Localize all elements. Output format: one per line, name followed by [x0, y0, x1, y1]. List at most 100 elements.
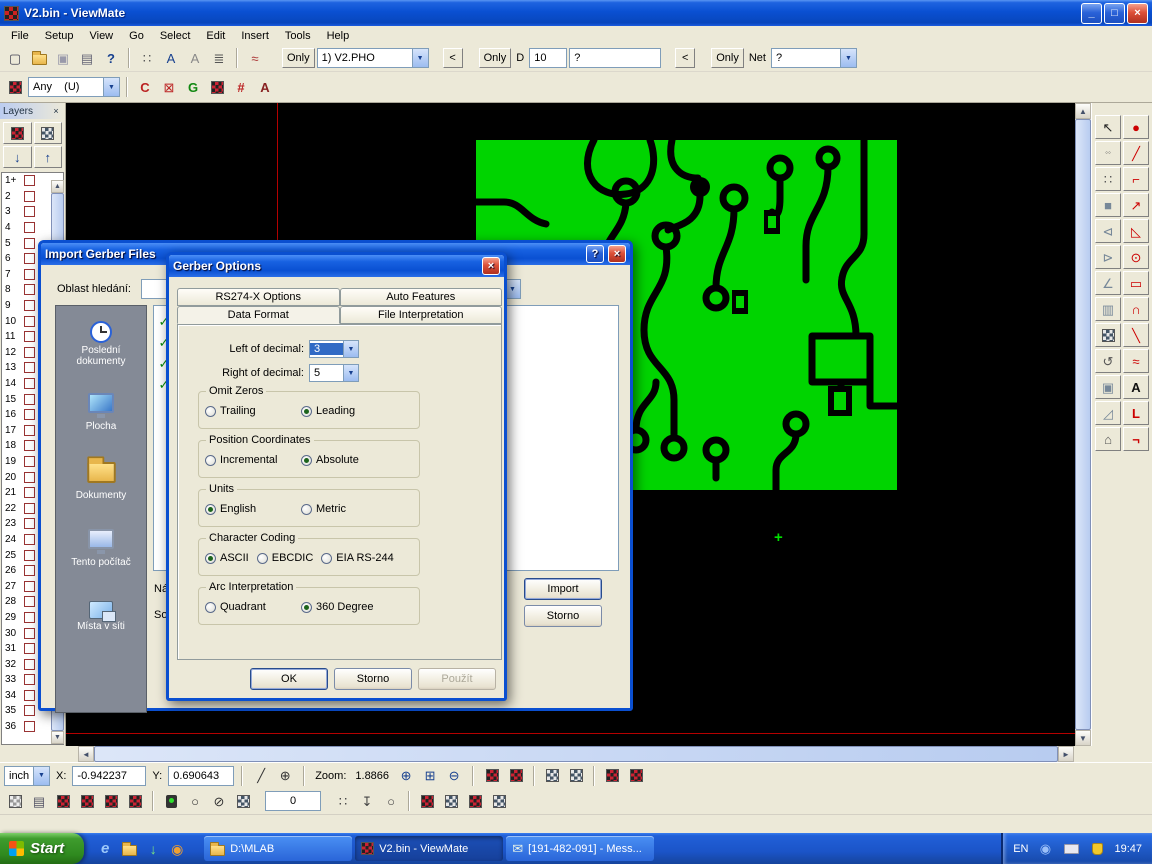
- combo-arrow-icon[interactable]: ▼: [103, 78, 119, 96]
- layer-up-button[interactable]: ↑: [34, 146, 63, 168]
- combo-arrow-icon[interactable]: ▼: [343, 365, 358, 381]
- layer-bars-button[interactable]: ≣: [208, 47, 230, 69]
- layer-combo[interactable]: 1) V2.PHO ▼: [317, 48, 429, 68]
- layer-swatch[interactable]: [24, 206, 35, 217]
- layer-swatch[interactable]: [24, 659, 35, 670]
- menu-setup[interactable]: Setup: [37, 28, 82, 44]
- grid-red5-button[interactable]: [52, 790, 74, 812]
- layer-back-button[interactable]: <: [443, 48, 463, 68]
- help-pointer-button[interactable]: ?: [100, 47, 122, 69]
- layer-swatch[interactable]: [24, 596, 35, 607]
- taskbar-window-3[interactable]: ✉[191-482-091] - Mess...: [506, 836, 654, 861]
- place-my-computer[interactable]: Tento počítač: [56, 514, 146, 582]
- taskbar-window-1[interactable]: D:\MLAB: [204, 836, 352, 861]
- scroll-left-icon[interactable]: ◄: [78, 746, 94, 762]
- grid-table-button[interactable]: [232, 790, 254, 812]
- fill-tool-button[interactable]: ▣: [1095, 375, 1121, 399]
- zoom-out-button[interactable]: ⊖: [443, 765, 465, 787]
- layer-swatch[interactable]: [24, 222, 35, 233]
- gerber-dialog-titlebar[interactable]: Gerber Options ×: [169, 255, 504, 277]
- zoom-window-button[interactable]: ⊞: [419, 765, 441, 787]
- radio-ebcdic[interactable]: EBCDIC: [257, 552, 314, 564]
- combo-arrow-icon[interactable]: ▼: [33, 767, 49, 785]
- place-network[interactable]: Místa v síti: [56, 582, 146, 650]
- grid-red1-button[interactable]: [481, 765, 503, 787]
- circle-select-button[interactable]: ○: [184, 790, 206, 812]
- layer-swatch[interactable]: [24, 409, 35, 420]
- ok-button[interactable]: OK: [250, 668, 328, 690]
- radio-absolute[interactable]: Absolute: [301, 454, 359, 466]
- line-tool-button[interactable]: ╱: [1123, 141, 1149, 165]
- grid-red4-button[interactable]: [625, 765, 647, 787]
- net-combo[interactable]: ? ▼: [771, 48, 857, 68]
- layer-swatch[interactable]: [24, 394, 35, 405]
- grid-dark3-button[interactable]: [440, 790, 462, 812]
- layer-swatch[interactable]: [24, 316, 35, 327]
- origin-target-button[interactable]: ⊕: [274, 765, 296, 787]
- grid-red6-button[interactable]: [76, 790, 98, 812]
- mirror-right-tool-button[interactable]: ⊳: [1095, 245, 1121, 269]
- circle-tool-button[interactable]: ○: [380, 790, 402, 812]
- grid-dark2-button[interactable]: [565, 765, 587, 787]
- grid-red9-button[interactable]: [416, 790, 438, 812]
- home-tool-button[interactable]: ⌂: [1095, 427, 1121, 451]
- wave-tool-button[interactable]: ≈: [1123, 349, 1149, 373]
- dcode-a1-button[interactable]: A: [160, 47, 182, 69]
- grid-tool-button[interactable]: [1095, 323, 1121, 347]
- layers-panel-header[interactable]: Layers ×: [0, 103, 65, 119]
- save-file-button[interactable]: ▣: [52, 47, 74, 69]
- language-indicator[interactable]: EN: [1013, 843, 1028, 855]
- target-tool-button[interactable]: ⊙: [1123, 245, 1149, 269]
- download-button[interactable]: ↓: [142, 838, 164, 860]
- aperture-grid-button[interactable]: [4, 76, 26, 98]
- print-button[interactable]: ▤: [76, 47, 98, 69]
- triangle-tool-button[interactable]: ◺: [1123, 219, 1149, 243]
- hscrollbar-thumb[interactable]: [94, 746, 1058, 762]
- menu-go[interactable]: Go: [121, 28, 152, 44]
- grid-edit-button[interactable]: [4, 790, 26, 812]
- maximize-button[interactable]: □: [1104, 3, 1125, 24]
- scroll-down-icon[interactable]: ▼: [1075, 730, 1091, 746]
- ime-button[interactable]: ◉: [1034, 838, 1056, 860]
- radio-360-degree[interactable]: 360 Degree: [301, 601, 374, 613]
- keyboard-button[interactable]: [1060, 838, 1082, 860]
- layer-swatch[interactable]: [24, 628, 35, 639]
- layers-close-icon[interactable]: ×: [50, 106, 62, 116]
- menu-select[interactable]: Select: [152, 28, 199, 44]
- only-layer-button[interactable]: Only: [282, 48, 315, 68]
- dcode-a2-button[interactable]: A: [184, 47, 206, 69]
- ie-button[interactable]: e: [94, 838, 116, 860]
- tab-file-interpretation[interactable]: File Interpretation: [340, 306, 503, 324]
- menu-edit[interactable]: Edit: [198, 28, 233, 44]
- layer-swatch[interactable]: [24, 362, 35, 373]
- alert-button[interactable]: [1086, 838, 1108, 860]
- layer-swatch[interactable]: [24, 612, 35, 623]
- grid-red3-button[interactable]: [601, 765, 623, 787]
- layer-swatch[interactable]: [24, 284, 35, 295]
- radio-leading[interactable]: Leading: [301, 405, 355, 417]
- start-button[interactable]: Start: [0, 833, 84, 864]
- hook-tool-button[interactable]: ¬: [1123, 427, 1149, 451]
- pad-box-button[interactable]: ⊠: [158, 76, 180, 98]
- corner2-tool-button[interactable]: ◿: [1095, 401, 1121, 425]
- dialog-close-button[interactable]: ×: [608, 245, 626, 263]
- menu-insert[interactable]: Insert: [233, 28, 277, 44]
- dot-matrix-button[interactable]: ∷: [332, 790, 354, 812]
- arc-tool-button[interactable]: ∩: [1123, 297, 1149, 321]
- only-net-button[interactable]: Only: [711, 48, 744, 68]
- radio-incremental[interactable]: Incremental: [205, 454, 293, 466]
- measure-line-button[interactable]: ╱: [250, 765, 272, 787]
- right-of-decimal-combo[interactable]: 5 ▼: [309, 364, 359, 382]
- close-button[interactable]: ×: [1127, 3, 1148, 24]
- layer-swatch[interactable]: [24, 581, 35, 592]
- radio-trailing[interactable]: Trailing: [205, 405, 293, 417]
- status-light-button[interactable]: [160, 790, 182, 812]
- grid-red10-button[interactable]: [464, 790, 486, 812]
- layer-swatch[interactable]: [24, 674, 35, 685]
- dcode-extra-input[interactable]: ?: [569, 48, 661, 68]
- place-documents[interactable]: Dokumenty: [56, 446, 146, 514]
- zoom-in-button[interactable]: ⊕: [395, 765, 417, 787]
- clock[interactable]: 19:47: [1114, 843, 1142, 855]
- h-grid-button[interactable]: #: [230, 76, 252, 98]
- square-tool-button[interactable]: ■: [1095, 193, 1121, 217]
